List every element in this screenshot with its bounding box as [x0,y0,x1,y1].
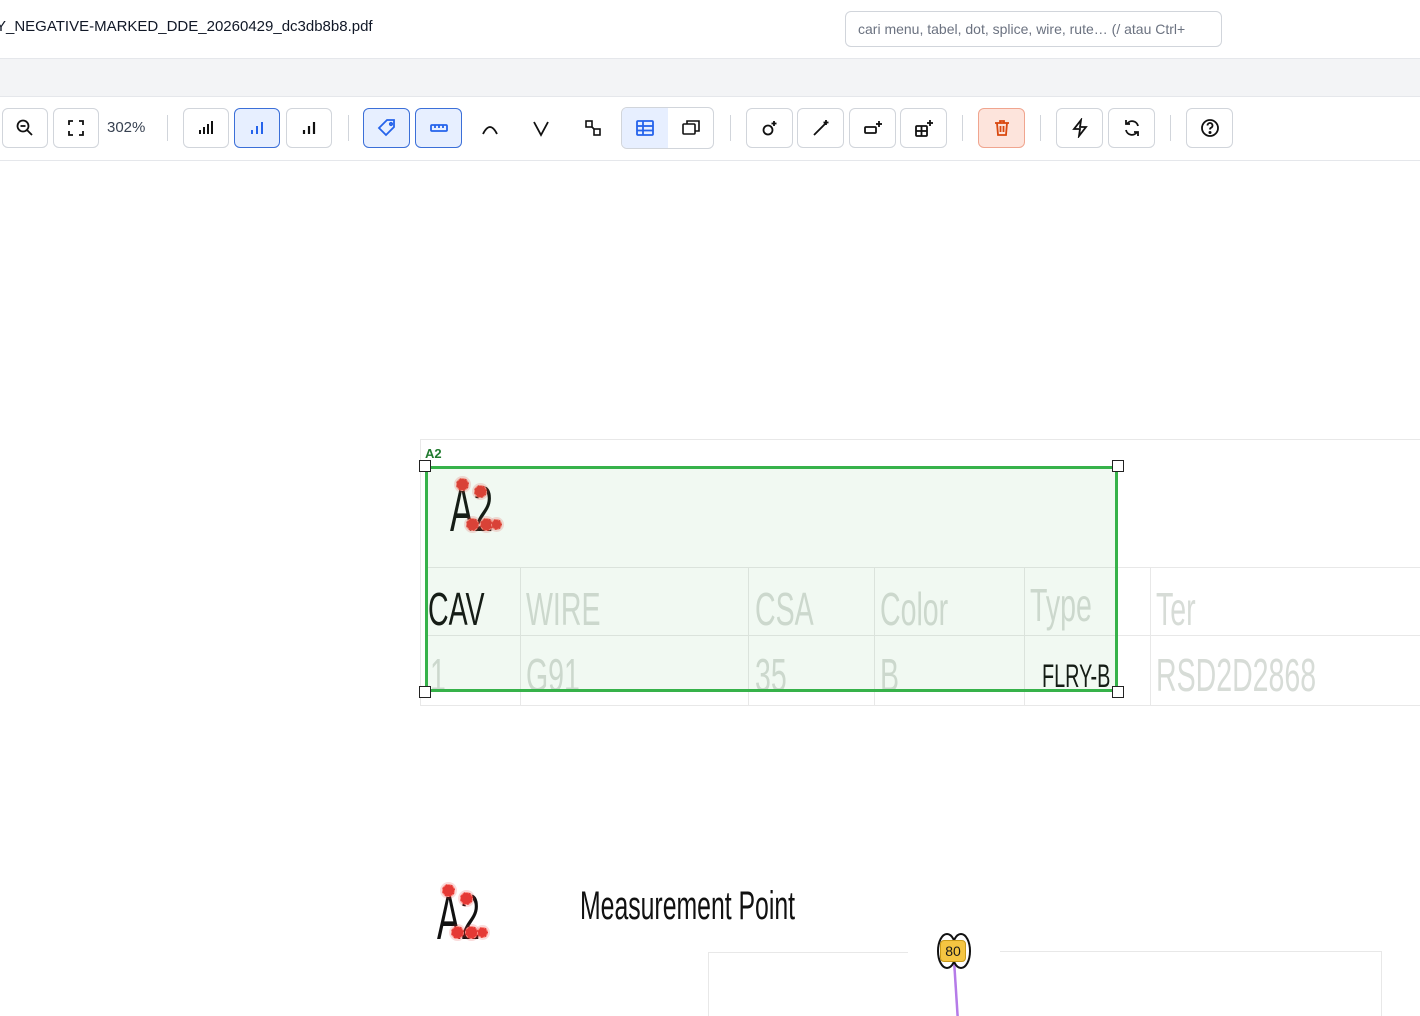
selection-tag: A2 [425,446,442,461]
table-header-ter: Ter [1156,583,1196,635]
label-tool-button[interactable] [363,108,410,148]
frame-line [708,952,709,1016]
point-badge[interactable]: 80 [940,940,966,962]
bars-left-icon [199,121,213,134]
marker-dot[interactable] [460,892,473,905]
measurement-point-label: Measurement Point [580,884,796,928]
resize-handle-bottom-right[interactable] [1112,686,1124,698]
zoom-out-icon [16,119,33,136]
align-bars-right-button[interactable] [286,108,332,148]
arc-tool-button[interactable] [467,108,513,148]
add-node-button[interactable] [746,108,793,148]
marker-dot[interactable] [477,927,488,938]
document-filename: Y_NEGATIVE-MARKED_DDE_20260429_dc3db8b8.… [0,18,373,35]
bars-right-icon [302,122,316,134]
marker-dot[interactable] [442,884,455,897]
add-node-icon [762,121,776,136]
align-bars-left-button[interactable] [183,108,229,148]
toolbar-separator [348,115,349,141]
draw-wire-button[interactable] [797,108,844,148]
shapes-tool-button[interactable] [570,108,616,148]
add-table-button[interactable] [900,108,947,148]
page-border [420,439,421,705]
refresh-button[interactable] [1108,108,1155,148]
align-bars-center-button[interactable] [234,108,280,148]
layers-view-button[interactable] [668,108,714,148]
title-bar: Y_NEGATIVE-MARKED_DDE_20260429_dc3db8b8.… [0,0,1420,59]
fit-screen-icon [68,120,84,136]
toolbar-separator [730,115,731,141]
refresh-icon [1124,120,1139,136]
search-input[interactable] [845,11,1222,47]
fit-screen-button[interactable] [53,108,99,148]
toolbar-separator [1170,115,1171,141]
resize-handle-top-left[interactable] [419,460,431,472]
v-tool-button[interactable] [518,108,564,148]
bars-center-icon [251,122,263,134]
help-icon [1200,119,1219,137]
trash-icon [994,120,1009,136]
table-view-button[interactable] [622,108,668,148]
resize-handle-top-right[interactable] [1112,460,1124,472]
quick-action-button[interactable] [1056,108,1103,148]
add-connector-icon [863,121,882,134]
page-border [420,439,1420,440]
frame-line [1381,951,1382,1016]
selection-box[interactable] [425,466,1118,692]
tab-strip [0,59,1420,97]
draw-wire-icon [812,120,828,136]
table-gridline [1150,567,1151,705]
toolbar-separator [1040,115,1041,141]
toolbar-separator [962,115,963,141]
table-icon [636,120,654,136]
marker-dot[interactable] [451,926,464,939]
frame-line [1000,951,1382,952]
ruler-icon [429,124,448,132]
table-cell-ter: RSD2D2868 [1156,649,1317,701]
page-border [420,705,1420,706]
zoom-out-button[interactable] [2,108,48,148]
toolbar-separator [167,115,168,141]
zoom-level: 302% [107,119,146,136]
drawing-canvas[interactable]: A2 CAV WIRE CSA Color Type Ter 1 G91 35 … [0,162,1420,1016]
resize-handle-bottom-left[interactable] [419,686,431,698]
add-table-icon [914,120,933,137]
measure-tool-button[interactable] [415,108,462,148]
layers-icon [682,120,700,135]
tag-icon [377,119,395,137]
arc-icon [482,126,498,135]
shapes-icon [585,120,601,136]
view-toggle-group [621,107,714,149]
delete-button[interactable] [978,108,1025,148]
frame-line [708,952,908,953]
help-button[interactable] [1186,108,1233,148]
main-toolbar: 302% [0,97,1420,161]
add-connector-button[interactable] [849,108,896,148]
lightning-icon [1071,118,1088,138]
v-icon [533,121,549,137]
